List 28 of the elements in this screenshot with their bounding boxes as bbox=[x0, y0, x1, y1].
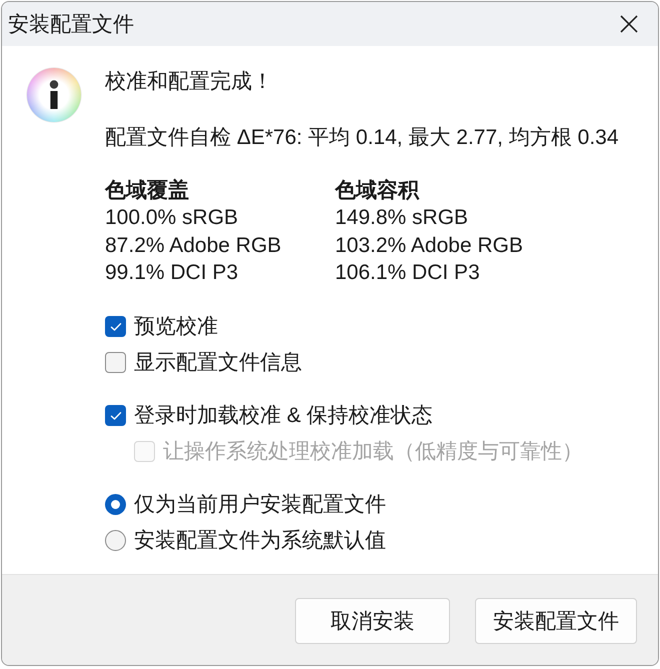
gamut-heading: 色域容积 bbox=[335, 178, 419, 204]
radio-label[interactable]: 安装配置文件为系统默认值 bbox=[134, 528, 386, 553]
close-icon[interactable] bbox=[620, 15, 638, 33]
gamut-value: 106.1% DCI P3 bbox=[335, 260, 480, 286]
gamut-value: 87.2% Adobe RGB bbox=[105, 232, 282, 258]
message-heading: 校准和配置完成！ bbox=[105, 70, 273, 94]
gamut-value: 103.2% Adobe RGB bbox=[335, 232, 523, 258]
checkbox[interactable] bbox=[105, 316, 126, 337]
checkbox-label: 让操作系统处理校准加载（低精度与可靠性） bbox=[163, 439, 583, 464]
window-title: 安装配置文件 bbox=[8, 12, 134, 36]
gamut-value: 100.0% sRGB bbox=[105, 205, 238, 231]
info-icon bbox=[27, 68, 81, 122]
dialog-button[interactable]: 取消安装 bbox=[295, 598, 450, 644]
check-icon bbox=[110, 322, 122, 332]
checkbox-label[interactable]: 显示配置文件信息 bbox=[134, 350, 302, 375]
checkbox-label[interactable]: 预览校准 bbox=[134, 314, 218, 339]
gamut-heading: 色域覆盖 bbox=[105, 178, 189, 204]
check-icon bbox=[110, 410, 122, 420]
radio-button[interactable] bbox=[105, 530, 126, 551]
dialog-button[interactable]: 安装配置文件 bbox=[475, 598, 637, 644]
checkbox[interactable] bbox=[105, 405, 126, 426]
checkbox[interactable] bbox=[105, 352, 126, 373]
gamut-value: 149.8% sRGB bbox=[335, 205, 468, 231]
checkbox-label[interactable]: 登录时加载校准 & 保持校准状态 bbox=[134, 403, 433, 428]
gamut-value: 99.1% DCI P3 bbox=[105, 260, 238, 286]
self-check-result: 配置文件自检 ΔE*76: 平均 0.14, 最大 2.77, 均方根 0.34 bbox=[105, 126, 619, 150]
radio-button[interactable] bbox=[105, 494, 126, 515]
radio-label[interactable]: 仅为当前用户安装配置文件 bbox=[134, 492, 386, 517]
